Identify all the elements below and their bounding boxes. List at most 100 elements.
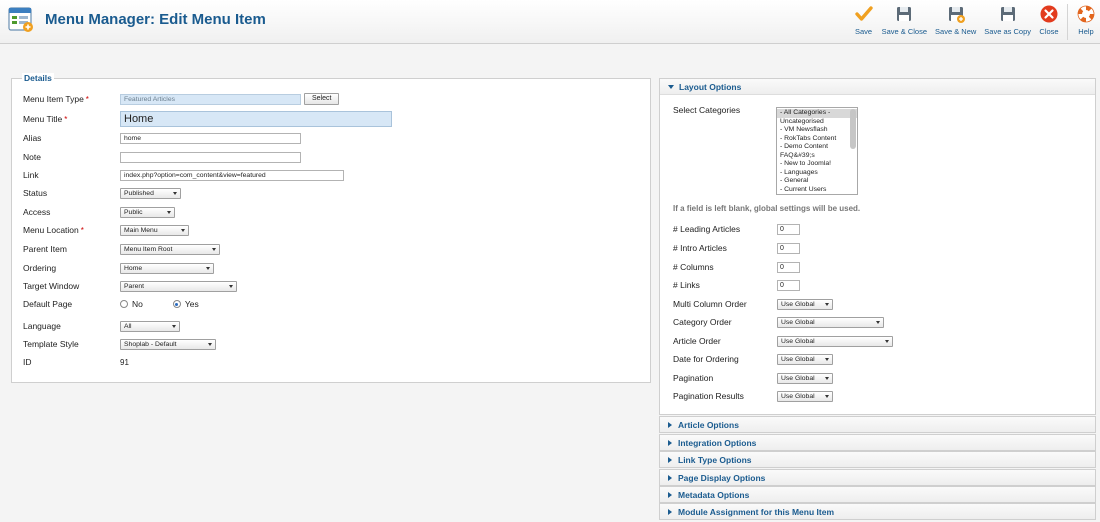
id-value: 91 (120, 357, 129, 367)
category-option[interactable]: - Current Users (780, 186, 857, 195)
category-option[interactable]: - New to Joomla! (780, 160, 857, 169)
multi-column-order-row: Multi Column Order Use Global (673, 298, 833, 310)
leading-articles-input[interactable]: 0 (777, 223, 800, 235)
article-options-toggle[interactable]: Article Options (660, 417, 1095, 432)
menu-manager-icon (8, 7, 33, 32)
integration-options-toggle[interactable]: Integration Options (660, 435, 1095, 450)
collapsed-arrow-icon (668, 421, 672, 428)
details-fieldset: Details Menu Item Type * Featured Article… (11, 73, 651, 383)
target-window-select[interactable]: Parent (120, 280, 237, 292)
article-order-label: Article Order (673, 336, 721, 346)
template-style-select[interactable]: Shoplab - Default (120, 338, 216, 350)
links-input[interactable]: 0 (777, 279, 800, 291)
pagination-results-select[interactable]: Use Global (777, 390, 833, 402)
category-order-select[interactable]: Use Global (777, 316, 884, 328)
parent-item-select[interactable]: Menu Item Root (120, 243, 220, 255)
integration-options-panel: Integration Options (659, 434, 1096, 451)
checkmark-icon (854, 6, 873, 21)
date-for-ordering-value: Use Global (781, 355, 815, 363)
collapsed-arrow-icon (668, 439, 672, 446)
layout-options-title: Layout Options (679, 81, 742, 92)
category-option[interactable]: - VM Newsflash (780, 126, 857, 135)
expanded-arrow-icon (668, 84, 674, 89)
menu-title-input[interactable]: Home (120, 111, 392, 127)
save-copy-button[interactable]: Save as Copy (980, 4, 1035, 42)
save-button[interactable]: Save (850, 4, 878, 42)
ordering-row: Ordering Home (23, 261, 214, 275)
article-order-select[interactable]: Use Global (777, 335, 893, 347)
pagination-select[interactable]: Use Global (777, 372, 833, 384)
category-option[interactable]: - RokTabs Content (780, 135, 857, 144)
id-label: ID (23, 357, 32, 367)
language-value: All (124, 322, 132, 330)
module-assignment-title: Module Assignment for this Menu Item (678, 506, 834, 517)
link-label: Link (23, 170, 39, 180)
multi-column-order-select[interactable]: Use Global (777, 298, 833, 310)
categories-listbox[interactable]: - All Categories - Uncategorised - VM Ne… (776, 107, 858, 195)
language-select[interactable]: All (120, 320, 180, 332)
close-label: Close (1039, 27, 1059, 36)
category-option[interactable]: - General (780, 177, 857, 186)
integration-options-title: Integration Options (678, 437, 757, 448)
default-page-yes-radio[interactable]: Yes (172, 299, 199, 309)
help-lifebuoy-icon (1077, 5, 1095, 23)
dropdown-arrow-icon (825, 394, 829, 398)
dropdown-arrow-icon (885, 339, 889, 343)
date-for-ordering-label: Date for Ordering (673, 354, 739, 364)
note-row: Note (23, 150, 301, 164)
parent-item-value: Menu Item Root (124, 245, 173, 253)
alias-input[interactable]: home (120, 132, 301, 144)
category-option[interactable]: Uncategorised (780, 118, 857, 127)
menu-item-type-row: Menu Item Type * Featured Articles Select (23, 92, 340, 106)
category-order-row: Category Order Use Global (673, 316, 884, 328)
status-row: Status Published (23, 186, 181, 200)
ordering-select[interactable]: Home (120, 262, 214, 274)
category-option[interactable]: - All Categories - (777, 109, 857, 118)
alias-label: Alias (23, 133, 42, 143)
close-icon (1040, 5, 1058, 23)
default-page-no-radio[interactable]: No (120, 299, 143, 309)
default-page-yes-label: Yes (184, 299, 199, 309)
article-order-value: Use Global (781, 337, 815, 345)
category-option[interactable]: - Demo Content (780, 143, 857, 152)
note-input[interactable] (120, 151, 301, 163)
category-option[interactable]: FAQ&#39;s (780, 152, 857, 161)
target-window-row: Target Window Parent (23, 279, 237, 293)
save-new-button[interactable]: Save & New (931, 4, 980, 42)
status-select[interactable]: Published (120, 187, 181, 199)
columns-input[interactable]: 0 (777, 261, 800, 273)
link-row: Link index.php?option=com_content&view=f… (23, 168, 344, 182)
alias-row: Alias home (23, 131, 301, 145)
save-close-button[interactable]: Save & Close (878, 4, 931, 42)
date-for-ordering-select[interactable]: Use Global (777, 353, 833, 365)
default-page-label: Default Page (23, 299, 73, 309)
metadata-options-toggle[interactable]: Metadata Options (660, 487, 1095, 502)
select-menu-item-type-button[interactable]: Select (304, 93, 340, 105)
status-value: Published (124, 189, 154, 197)
template-style-value: Shoplab - Default (124, 340, 177, 348)
page-display-options-toggle[interactable]: Page Display Options (660, 470, 1095, 485)
link-input[interactable]: index.php?option=com_content&view=featur… (120, 169, 344, 181)
template-style-label: Template Style (23, 339, 79, 349)
category-option[interactable]: - Languages (780, 169, 857, 178)
menu-location-select[interactable]: Main Menu (120, 224, 189, 236)
dropdown-arrow-icon (825, 357, 829, 361)
article-options-panel: Article Options (659, 416, 1096, 433)
page-display-options-panel: Page Display Options (659, 469, 1096, 486)
pagination-label: Pagination (673, 373, 714, 383)
module-assignment-toggle[interactable]: Module Assignment for this Menu Item (660, 504, 1095, 519)
menu-location-label: Menu Location (23, 225, 79, 235)
dropdown-arrow-icon (208, 342, 212, 346)
close-button[interactable]: Close (1035, 4, 1063, 42)
collapsed-arrow-icon (668, 491, 672, 498)
dropdown-arrow-icon (173, 191, 177, 195)
listbox-scrollbar[interactable] (850, 109, 856, 149)
access-select[interactable]: Public (120, 206, 175, 218)
help-button[interactable]: Help (1072, 4, 1100, 42)
intro-articles-input[interactable]: 0 (777, 242, 800, 254)
layout-options-toggle[interactable]: Layout Options (660, 79, 1095, 94)
link-type-options-toggle[interactable]: Link Type Options (660, 452, 1095, 467)
required-marker: * (85, 95, 89, 104)
default-page-no-label: No (132, 299, 143, 309)
links-row: # Links 0 (673, 279, 800, 291)
